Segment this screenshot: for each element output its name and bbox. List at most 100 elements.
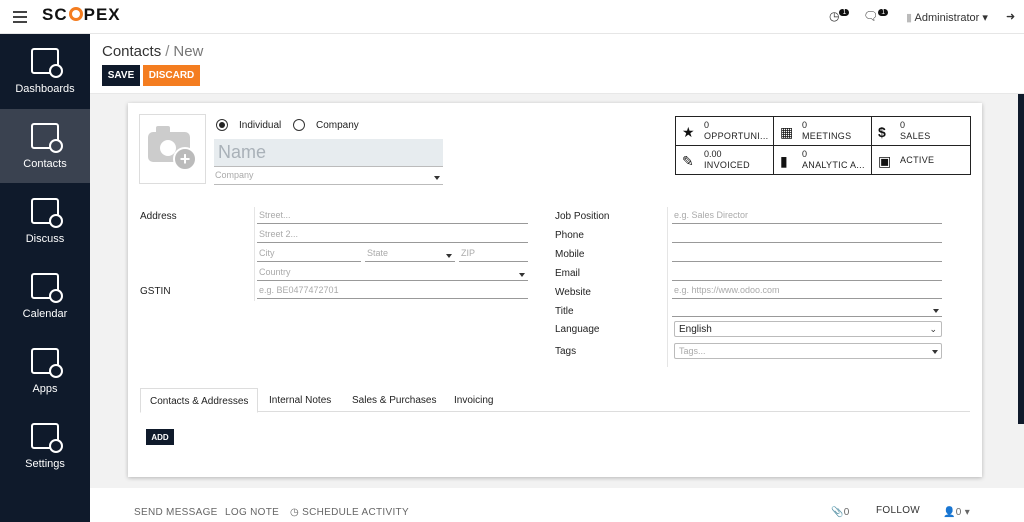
breadcrumb: Contacts / New — [102, 43, 203, 60]
company-select[interactable]: Company — [214, 170, 443, 185]
tags-placeholder: Tags... — [679, 346, 706, 356]
log-note-button[interactable]: LOG NOTE — [225, 507, 279, 518]
book-icon: ▮ — [780, 153, 788, 169]
menu-toggle-icon[interactable] — [13, 11, 27, 23]
tags-select[interactable]: Tags... — [674, 343, 942, 359]
sidebar-item-discuss[interactable]: Discuss — [0, 184, 90, 258]
control-panel: Contacts / New SAVE DISCARD — [90, 34, 1024, 94]
sidebar-item-settings[interactable]: Settings — [0, 409, 90, 483]
job-position-input[interactable]: e.g. Sales Director — [672, 210, 942, 224]
radio-individual[interactable] — [216, 119, 228, 131]
brand-logo[interactable]: SC PEX — [42, 5, 121, 25]
sidebar-item-contacts[interactable]: Contacts — [0, 109, 90, 183]
language-label: Language — [555, 324, 600, 335]
calendar-grid-icon: ▦ — [780, 124, 794, 140]
sidebar-item-label: Contacts — [23, 158, 67, 170]
sidebar-item-dashboards[interactable]: Dashboards — [0, 34, 90, 108]
followers-button[interactable]: 👤0 ▾ — [943, 507, 970, 518]
state-placeholder: State — [367, 248, 389, 258]
zip-placeholder: ZIP — [461, 248, 476, 258]
calendar-icon — [31, 273, 63, 303]
stat-opportunities-button[interactable]: ★ 0 OPPORTUNI... — [676, 117, 774, 146]
apps-icon — [31, 348, 63, 378]
sidebar-item-apps[interactable]: Apps — [0, 334, 90, 408]
gstin-label: GSTIN — [140, 286, 171, 297]
name-input[interactable] — [214, 139, 443, 167]
city-input[interactable]: City — [257, 248, 361, 262]
logout-icon[interactable]: ➜ — [1006, 10, 1015, 23]
scrollbar[interactable] — [1018, 94, 1024, 424]
top-bar: SC PEX ◷ 1 🗨 1 ▮ Administrator ▾ ➜ — [0, 0, 1024, 34]
website-input[interactable]: e.g. https://www.odoo.com — [672, 285, 942, 299]
tab-invoicing[interactable]: Invoicing — [445, 388, 502, 413]
sidebar-item-label: Dashboards — [15, 83, 75, 95]
website-placeholder: e.g. https://www.odoo.com — [674, 285, 780, 295]
user-name: Administrator — [914, 12, 980, 24]
stat-invoiced-button[interactable]: ✎ 0.00 INVOICED — [676, 146, 774, 175]
phone-input[interactable] — [672, 229, 942, 243]
mobile-input[interactable] — [672, 248, 942, 262]
title-select[interactable] — [672, 303, 942, 317]
user-menu[interactable]: ▮ Administrator ▾ — [906, 11, 988, 24]
tags-label: Tags — [555, 346, 577, 357]
tab-sales-purchases[interactable]: Sales & Purchases — [343, 388, 446, 413]
gstin-input[interactable]: e.g. BE0477472701 — [257, 285, 528, 299]
send-message-button[interactable]: SEND MESSAGE — [134, 507, 218, 518]
user-avatar-icon: ▮ — [906, 12, 913, 24]
sidebar-item-label: Settings — [25, 458, 65, 470]
followers-count: 0 — [955, 507, 962, 518]
radio-company[interactable] — [293, 119, 305, 131]
street-input[interactable]: Street... — [257, 210, 528, 224]
language-select[interactable]: English ⌄ — [674, 321, 942, 337]
language-value: English — [679, 324, 712, 335]
street-placeholder: Street... — [259, 210, 291, 220]
messages-badge: 1 — [878, 9, 889, 16]
sidebar-item-label: Apps — [32, 383, 58, 395]
follow-button[interactable]: FOLLOW — [876, 505, 920, 516]
caret-down-icon — [434, 176, 440, 180]
avatar-upload[interactable]: + — [139, 114, 206, 184]
sidebar: Dashboards Contacts Discuss Calendar App… — [0, 34, 90, 522]
radio-individual-label: Individual — [239, 120, 282, 131]
dashboard-icon — [31, 48, 63, 78]
title-label: Title — [555, 306, 574, 317]
tab-contacts-addresses[interactable]: Contacts & Addresses — [140, 388, 259, 413]
stat-value: 0 — [802, 120, 808, 130]
paperclip-icon: 📎 — [831, 507, 844, 518]
attachments-button[interactable]: 📎0 — [831, 507, 850, 518]
add-button[interactable]: ADD — [146, 429, 174, 445]
tab-internal-notes[interactable]: Internal Notes — [260, 388, 340, 413]
job-position-placeholder: e.g. Sales Director — [674, 210, 749, 220]
breadcrumb-separator: / — [165, 43, 170, 60]
chatter-bar: SEND MESSAGE LOG NOTE ◷ SCHEDULE ACTIVIT… — [90, 488, 1024, 522]
stat-label: ANALYTIC A... — [802, 160, 865, 170]
website-label: Website — [555, 287, 591, 298]
save-button[interactable]: SAVE — [102, 65, 140, 86]
caret-down-icon: ▾ — [964, 507, 971, 518]
street2-input[interactable]: Street 2... — [257, 229, 528, 243]
discard-button[interactable]: DISCARD — [143, 65, 200, 86]
country-select[interactable]: Country — [257, 267, 528, 281]
settings-icon — [31, 423, 63, 453]
chevron-down-icon: ⌄ — [929, 324, 937, 334]
stat-analytic-button[interactable]: ▮ 0 ANALYTIC A... — [774, 146, 872, 175]
stat-sales-button[interactable]: $ 0 SALES — [872, 117, 970, 146]
zip-input[interactable]: ZIP — [459, 248, 528, 262]
messages-icon[interactable]: 🗨 1 — [863, 9, 889, 23]
street2-placeholder: Street 2... — [259, 229, 299, 239]
state-select[interactable]: State — [365, 248, 455, 262]
dollar-icon: $ — [878, 124, 886, 140]
archive-icon: ▣ — [878, 153, 892, 169]
country-placeholder: Country — [259, 267, 291, 277]
sidebar-item-calendar[interactable]: Calendar — [0, 259, 90, 333]
schedule-activity-button[interactable]: ◷ SCHEDULE ACTIVITY — [290, 507, 409, 518]
email-input[interactable] — [672, 267, 942, 281]
schedule-activity-label: SCHEDULE ACTIVITY — [302, 507, 409, 518]
breadcrumb-contacts[interactable]: Contacts — [102, 43, 161, 60]
stat-active-button[interactable]: ▣ ACTIVE — [872, 146, 970, 175]
company-placeholder: Company — [215, 170, 254, 180]
add-photo-icon: + — [173, 147, 197, 171]
activity-clock-icon[interactable]: ◷ 1 — [829, 9, 850, 23]
stat-meetings-button[interactable]: ▦ 0 MEETINGS — [774, 117, 872, 146]
notebook-tabs: Contacts & Addresses Internal Notes Sale… — [140, 388, 970, 413]
